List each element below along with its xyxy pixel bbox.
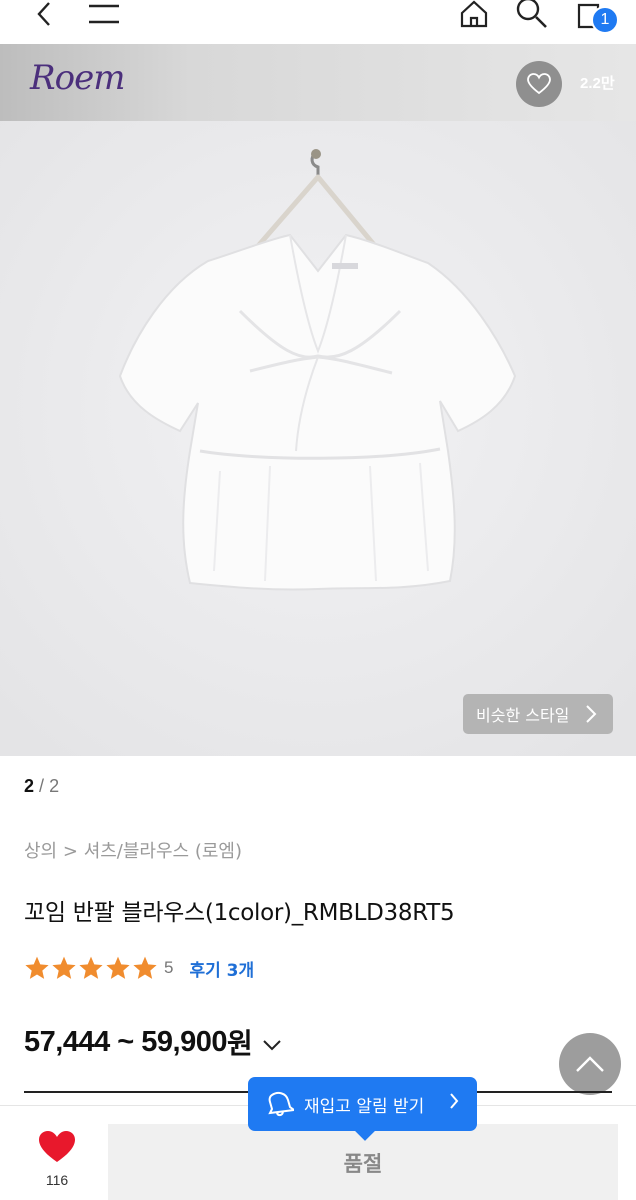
similar-style-label: 비슷한 스타일 (476, 706, 570, 725)
star-icon (133, 956, 157, 979)
current-page: 2 (24, 776, 35, 796)
pager-separator: / (39, 776, 45, 796)
star-icon (52, 956, 76, 979)
brand-banner[interactable]: Roem 2.2만 (0, 44, 636, 121)
back-button[interactable] (24, 0, 64, 34)
chevron-down-icon[interactable] (262, 1026, 282, 1059)
chevron-up-icon (576, 1056, 604, 1072)
image-pager: 2 / 2 (24, 776, 59, 797)
home-icon (460, 0, 488, 28)
price-range[interactable]: 57,444 ~ 59,900 원 (24, 1022, 282, 1062)
rating-stars (24, 955, 159, 981)
restock-label: 재입고 알림 받기 (304, 1096, 425, 1117)
heart-outline-icon (527, 73, 551, 95)
restock-alert-button[interactable]: 재입고 알림 받기 (248, 1077, 477, 1131)
brand-logo[interactable]: Roem (30, 58, 125, 98)
price-value: 57,444 ~ 59,900 (24, 1025, 227, 1058)
breadcrumb-separator: > (62, 841, 78, 862)
cart-count-badge: 1 (591, 6, 619, 34)
star-icon (106, 956, 130, 979)
price-unit: 원 (226, 1027, 253, 1060)
search-button[interactable] (512, 0, 552, 34)
wish-button[interactable]: 116 (30, 1130, 84, 1188)
similar-style-button[interactable]: 비슷한 스타일 (463, 694, 613, 734)
home-button[interactable] (454, 0, 494, 34)
breadcrumb: 상의 > 셔츠/블라우스 (로엠) (24, 837, 242, 863)
heart-filled-icon (39, 1131, 75, 1162)
top-nav-bar: 1 (0, 0, 636, 44)
breadcrumb-subcategory[interactable]: 셔츠/블라우스 (로엠) (84, 841, 242, 862)
rating-score: 5 (164, 958, 174, 977)
hamburger-icon (89, 4, 119, 24)
blouse-photo (0, 121, 636, 756)
brand-like-button[interactable] (516, 61, 562, 107)
product-image[interactable]: 비슷한 스타일 (0, 121, 636, 756)
bell-icon (268, 1091, 294, 1117)
chevron-right-icon (449, 1092, 459, 1115)
product-title: 꼬임 반팔 블라우스(1color)_RMBLD38RT5 (24, 900, 455, 926)
chevron-right-icon (585, 704, 597, 728)
rating-row: 5 후기 3개 (24, 955, 254, 981)
menu-button[interactable] (84, 0, 124, 34)
search-icon (516, 0, 547, 28)
review-link[interactable]: 후기 3개 (189, 956, 254, 981)
star-icon (25, 956, 49, 979)
total-pages: 2 (49, 776, 60, 796)
brand-like-count: 2.2만 (580, 75, 615, 92)
wish-count: 116 (45, 1172, 69, 1188)
scroll-to-top-button[interactable] (559, 1033, 621, 1095)
star-icon (79, 956, 103, 979)
breadcrumb-category[interactable]: 상의 (24, 841, 57, 862)
chevron-left-icon (37, 2, 50, 26)
